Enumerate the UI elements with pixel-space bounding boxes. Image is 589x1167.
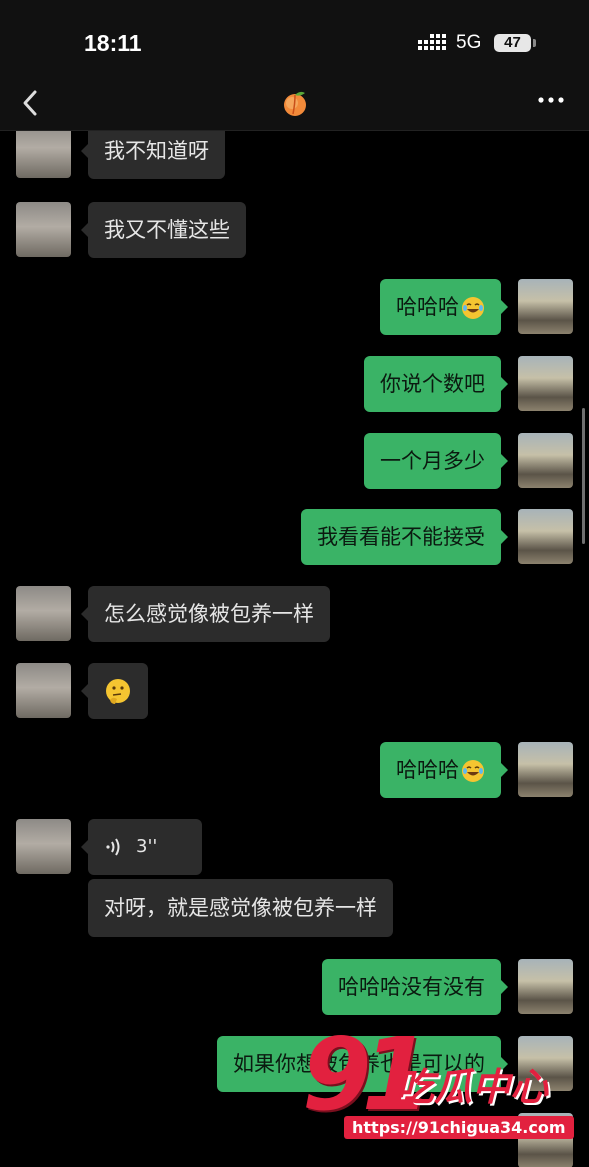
contact-avatar[interactable] [16,663,71,718]
watermark-name: 吃瓜中心 [396,1065,549,1109]
message-text: 哈哈哈 [396,295,459,319]
message-row: 你说个数吧 [0,356,589,412]
message-row: 我看看能不能接受 [0,509,589,565]
outgoing-message[interactable]: 哈哈哈没有没有 [322,959,501,1015]
outgoing-message[interactable]: 哈哈哈 [380,742,501,798]
incoming-message[interactable]: 怎么感觉像被包养一样 [88,586,330,642]
bubble-tail [81,144,88,158]
message-row: 哈哈哈 [0,742,589,798]
bubble-tail [81,223,88,237]
bubble-tail [81,840,88,854]
contact-avatar[interactable] [16,131,71,178]
network-type: 5G [456,32,482,53]
bubble-tail [501,454,508,468]
message-row: 哈哈哈 [0,279,589,335]
message-row: 我又不懂这些 [0,202,589,258]
outgoing-message[interactable]: 一个月多少 [364,433,501,489]
contact-avatar[interactable] [16,202,71,257]
battery-tip [533,39,536,47]
status-time: 18:11 [84,30,142,56]
voice-message[interactable]: 3'' [88,819,202,875]
message-row: 怎么感觉像被包养一样 [0,586,589,642]
message-row: 哈哈哈没有没有 [0,959,589,1015]
bubble-tail [501,763,508,777]
self-avatar[interactable] [518,742,573,797]
voice-duration: 3'' [136,836,158,857]
cellular-signal-icon [418,34,446,50]
contact-avatar[interactable] [16,586,71,641]
message-row [0,663,589,719]
bubble-tail [501,980,508,994]
contact-avatar[interactable] [16,819,71,874]
outgoing-message[interactable]: 你说个数吧 [364,356,501,412]
incoming-message[interactable]: 对呀，就是感觉像被包养一样 [88,879,393,937]
message-row: 3'' 对呀，就是感觉像被包养一样 [0,819,589,937]
bubble-tail [501,300,508,314]
voice-wave-icon [106,838,120,856]
self-avatar[interactable] [518,433,573,488]
chevron-left-icon[interactable] [16,86,46,120]
thinking-face-icon [106,679,130,704]
chat-header [0,78,589,131]
outgoing-message[interactable]: 我看看能不能接受 [301,509,501,565]
peach-icon [284,91,306,116]
self-avatar[interactable] [518,356,573,411]
outgoing-message[interactable]: 哈哈哈 [380,279,501,335]
battery-icon: 47 [494,34,531,52]
scrollbar[interactable] [582,408,585,544]
incoming-message[interactable]: 我又不懂这些 [88,202,246,258]
bubble-tail [501,377,508,391]
incoming-emoji-message[interactable] [88,663,148,719]
watermark-logo: 91 吃瓜中心 https://91chigua34.com [292,1016,582,1148]
message-list[interactable]: 我不知道呀 我又不懂这些 哈哈哈 你说个数吧 一个月多少 我看看能不能接受 怎么… [0,131,589,1167]
self-avatar[interactable] [518,959,573,1014]
incoming-message[interactable]: 我不知道呀 [88,131,225,179]
bubble-tail [501,530,508,544]
message-row: 我不知道呀 [0,131,589,179]
status-bar: 18:11 5G 47 [0,0,589,78]
bubble-tail [81,607,88,621]
self-avatar[interactable] [518,509,573,564]
tears-of-joy-icon [462,760,484,782]
self-avatar[interactable] [518,279,573,334]
bubble-tail [81,684,88,698]
message-row: 一个月多少 [0,433,589,489]
more-dots-icon[interactable] [536,90,566,110]
message-text: 哈哈哈 [396,758,459,782]
watermark-url: https://91chigua34.com [344,1116,574,1139]
tears-of-joy-icon [462,297,484,319]
